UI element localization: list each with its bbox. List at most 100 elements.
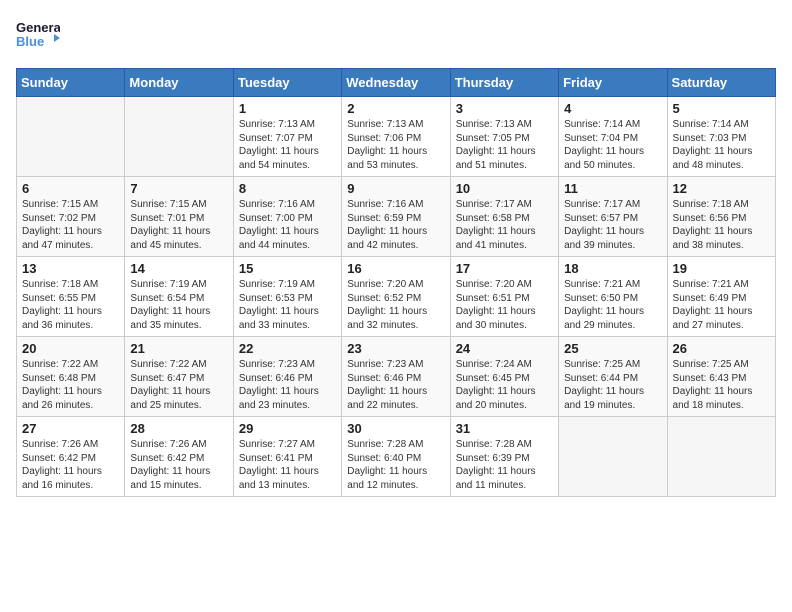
day-number: 5	[673, 101, 770, 116]
day-cell: 7 Sunrise: 7:15 AM Sunset: 7:01 PM Daylig…	[125, 177, 233, 257]
day-number: 31	[456, 421, 553, 436]
day-info: Sunrise: 7:26 AM Sunset: 6:42 PM Dayligh…	[130, 438, 227, 492]
day-cell: 6Sunrise: 7:15 AM Sunset: 7:02 PM Daylig…	[17, 177, 125, 257]
day-number: 13	[22, 261, 119, 276]
week-row-5: 27 Sunrise: 7:26 AM Sunset: 6:42 PM Dayli…	[17, 417, 776, 497]
day-cell	[559, 417, 667, 497]
day-number: 11	[564, 181, 661, 196]
week-row-2: 6Sunrise: 7:15 AM Sunset: 7:02 PM Daylig…	[17, 177, 776, 257]
day-cell: 22 Sunrise: 7:23 AM Sunset: 6:46 PM Dayli…	[233, 337, 341, 417]
day-cell: 3Sunrise: 7:13 AM Sunset: 7:05 PM Daylig…	[450, 97, 558, 177]
day-number: 8	[239, 181, 336, 196]
day-cell: 11 Sunrise: 7:17 AM Sunset: 6:57 PM Dayli…	[559, 177, 667, 257]
day-cell: 31 Sunrise: 7:28 AM Sunset: 6:39 PM Dayli…	[450, 417, 558, 497]
day-number: 30	[347, 421, 444, 436]
day-info: Sunrise: 7:23 AM Sunset: 6:46 PM Dayligh…	[239, 358, 336, 412]
day-info: Sunrise: 7:22 AM Sunset: 6:47 PM Dayligh…	[130, 358, 227, 412]
day-info: Sunrise: 7:28 AM Sunset: 6:40 PM Dayligh…	[347, 438, 444, 492]
day-info: Sunrise: 7:13 AM Sunset: 7:05 PM Dayligh…	[456, 118, 553, 172]
day-number: 12	[673, 181, 770, 196]
day-info: Sunrise: 7:24 AM Sunset: 6:45 PM Dayligh…	[456, 358, 553, 412]
day-number: 9	[347, 181, 444, 196]
day-info: Sunrise: 7:21 AM Sunset: 6:49 PM Dayligh…	[673, 278, 770, 332]
day-number: 23	[347, 341, 444, 356]
day-cell: 25Sunrise: 7:25 AM Sunset: 6:44 PM Dayli…	[559, 337, 667, 417]
day-cell: 26 Sunrise: 7:25 AM Sunset: 6:43 PM Dayli…	[667, 337, 775, 417]
day-cell: 2Sunrise: 7:13 AM Sunset: 7:06 PM Daylig…	[342, 97, 450, 177]
day-cell: 19 Sunrise: 7:21 AM Sunset: 6:49 PM Dayli…	[667, 257, 775, 337]
day-cell: 30 Sunrise: 7:28 AM Sunset: 6:40 PM Dayli…	[342, 417, 450, 497]
day-info: Sunrise: 7:21 AM Sunset: 6:50 PM Dayligh…	[564, 278, 661, 332]
day-info: Sunrise: 7:17 AM Sunset: 6:57 PM Dayligh…	[564, 198, 661, 252]
day-number: 4	[564, 101, 661, 116]
day-cell: 16 Sunrise: 7:20 AM Sunset: 6:52 PM Dayli…	[342, 257, 450, 337]
day-number: 16	[347, 261, 444, 276]
day-info: Sunrise: 7:16 AM Sunset: 6:59 PM Dayligh…	[347, 198, 444, 252]
day-number: 27	[22, 421, 119, 436]
day-number: 26	[673, 341, 770, 356]
day-info: Sunrise: 7:22 AM Sunset: 6:48 PM Dayligh…	[22, 358, 119, 412]
day-cell: 29 Sunrise: 7:27 AM Sunset: 6:41 PM Dayli…	[233, 417, 341, 497]
week-row-3: 13Sunrise: 7:18 AM Sunset: 6:55 PM Dayli…	[17, 257, 776, 337]
day-info: Sunrise: 7:20 AM Sunset: 6:52 PM Dayligh…	[347, 278, 444, 332]
header-monday: Monday	[125, 69, 233, 97]
header-sunday: Sunday	[17, 69, 125, 97]
day-info: Sunrise: 7:19 AM Sunset: 6:53 PM Dayligh…	[239, 278, 336, 332]
day-info: Sunrise: 7:18 AM Sunset: 6:56 PM Dayligh…	[673, 198, 770, 252]
day-info: Sunrise: 7:25 AM Sunset: 6:43 PM Dayligh…	[673, 358, 770, 412]
day-info: Sunrise: 7:23 AM Sunset: 6:46 PM Dayligh…	[347, 358, 444, 412]
day-number: 22	[239, 341, 336, 356]
day-cell: 9 Sunrise: 7:16 AM Sunset: 6:59 PM Daylig…	[342, 177, 450, 257]
day-info: Sunrise: 7:15 AM Sunset: 7:02 PM Dayligh…	[22, 198, 119, 252]
day-cell: 17 Sunrise: 7:20 AM Sunset: 6:51 PM Dayli…	[450, 257, 558, 337]
day-number: 21	[130, 341, 227, 356]
day-cell: 14Sunrise: 7:19 AM Sunset: 6:54 PM Dayli…	[125, 257, 233, 337]
week-row-4: 20 Sunrise: 7:22 AM Sunset: 6:48 PM Dayli…	[17, 337, 776, 417]
header-thursday: Thursday	[450, 69, 558, 97]
calendar-table: SundayMondayTuesdayWednesdayThursdayFrid…	[16, 68, 776, 497]
svg-text:Blue: Blue	[16, 34, 44, 49]
day-cell	[125, 97, 233, 177]
day-number: 18	[564, 261, 661, 276]
day-info: Sunrise: 7:26 AM Sunset: 6:42 PM Dayligh…	[22, 438, 119, 492]
day-info: Sunrise: 7:25 AM Sunset: 6:44 PM Dayligh…	[564, 358, 661, 412]
day-info: Sunrise: 7:13 AM Sunset: 7:07 PM Dayligh…	[239, 118, 336, 172]
day-info: Sunrise: 7:13 AM Sunset: 7:06 PM Dayligh…	[347, 118, 444, 172]
day-cell: 20 Sunrise: 7:22 AM Sunset: 6:48 PM Dayli…	[17, 337, 125, 417]
header-tuesday: Tuesday	[233, 69, 341, 97]
logo: General Blue	[16, 16, 60, 60]
week-row-1: 1Sunrise: 7:13 AM Sunset: 7:07 PM Daylig…	[17, 97, 776, 177]
day-cell: 27 Sunrise: 7:26 AM Sunset: 6:42 PM Dayli…	[17, 417, 125, 497]
day-cell: 18 Sunrise: 7:21 AM Sunset: 6:50 PM Dayli…	[559, 257, 667, 337]
day-info: Sunrise: 7:15 AM Sunset: 7:01 PM Dayligh…	[130, 198, 227, 252]
day-cell: 23 Sunrise: 7:23 AM Sunset: 6:46 PM Dayli…	[342, 337, 450, 417]
day-number: 7	[130, 181, 227, 196]
day-info: Sunrise: 7:20 AM Sunset: 6:51 PM Dayligh…	[456, 278, 553, 332]
day-cell: 4 Sunrise: 7:14 AM Sunset: 7:04 PM Daylig…	[559, 97, 667, 177]
day-number: 19	[673, 261, 770, 276]
header-saturday: Saturday	[667, 69, 775, 97]
day-info: Sunrise: 7:14 AM Sunset: 7:04 PM Dayligh…	[564, 118, 661, 172]
day-cell	[667, 417, 775, 497]
day-number: 20	[22, 341, 119, 356]
day-number: 10	[456, 181, 553, 196]
day-cell: 1Sunrise: 7:13 AM Sunset: 7:07 PM Daylig…	[233, 97, 341, 177]
day-cell: 13Sunrise: 7:18 AM Sunset: 6:55 PM Dayli…	[17, 257, 125, 337]
day-cell: 8Sunrise: 7:16 AM Sunset: 7:00 PM Daylig…	[233, 177, 341, 257]
day-number: 28	[130, 421, 227, 436]
day-info: Sunrise: 7:28 AM Sunset: 6:39 PM Dayligh…	[456, 438, 553, 492]
day-cell: 24 Sunrise: 7:24 AM Sunset: 6:45 PM Dayli…	[450, 337, 558, 417]
day-number: 29	[239, 421, 336, 436]
day-info: Sunrise: 7:19 AM Sunset: 6:54 PM Dayligh…	[130, 278, 227, 332]
logo-svg: General Blue	[16, 16, 60, 60]
day-number: 15	[239, 261, 336, 276]
day-cell: 5Sunrise: 7:14 AM Sunset: 7:03 PM Daylig…	[667, 97, 775, 177]
day-cell: 21 Sunrise: 7:22 AM Sunset: 6:47 PM Dayli…	[125, 337, 233, 417]
day-info: Sunrise: 7:27 AM Sunset: 6:41 PM Dayligh…	[239, 438, 336, 492]
day-number: 17	[456, 261, 553, 276]
day-cell: 15 Sunrise: 7:19 AM Sunset: 6:53 PM Dayli…	[233, 257, 341, 337]
day-number: 24	[456, 341, 553, 356]
day-info: Sunrise: 7:17 AM Sunset: 6:58 PM Dayligh…	[456, 198, 553, 252]
svg-text:General: General	[16, 20, 60, 35]
day-cell: 28 Sunrise: 7:26 AM Sunset: 6:42 PM Dayli…	[125, 417, 233, 497]
